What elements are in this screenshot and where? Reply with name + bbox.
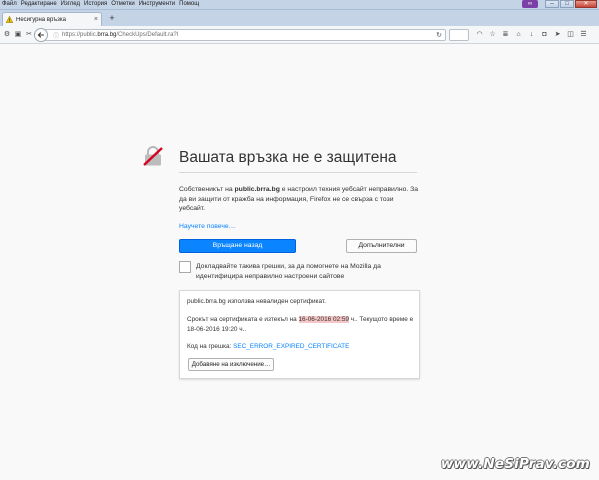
search-input[interactable] (449, 29, 469, 41)
menu-edit[interactable]: Редактиране (21, 1, 57, 7)
broken-lock-icon (142, 146, 164, 166)
menu-bookmarks[interactable]: Отметки (111, 1, 134, 7)
pocket-icon[interactable]: ◘ (539, 29, 550, 41)
navigation-bar: ⚙ ▣ ✂ ⓘ https://public.brra.bg/CheckUps/… (0, 26, 599, 44)
title-bar: Файл Редактиране Изглед История Отметки … (0, 0, 599, 10)
new-tab-button[interactable]: + (106, 14, 118, 24)
window-controls: ∞ – □ ✕ (522, 0, 597, 9)
report-errors-checkbox[interactable] (179, 261, 191, 273)
error-description: Собственикът на public.brra.bg е настрои… (179, 186, 419, 212)
go-back-button[interactable]: Връщане назад (179, 239, 296, 253)
menu-history[interactable]: История (84, 1, 107, 7)
bookmarks-list-icon[interactable]: ≣ (500, 29, 511, 41)
cut-icon[interactable]: ✂ (24, 29, 34, 41)
warning-icon (6, 16, 13, 23)
tab-label: Несигурна връзка (16, 16, 66, 23)
tab-insecure-connection[interactable]: Несигурна връзка × (2, 12, 102, 26)
url-host: brra.bg (97, 32, 117, 38)
error-code: Код на грешка: SEC_ERROR_EXPIRED_CERTIFI… (187, 343, 350, 350)
invalid-cert-text: public.brra.bg използва невалиден сертиф… (187, 298, 326, 305)
hamburger-menu-icon[interactable]: ☰ (578, 29, 589, 41)
site-host: public.brra.bg (234, 186, 280, 193)
toolbar-left: ⚙ ▣ ✂ (2, 29, 34, 41)
learn-more-link[interactable]: Научете повече… (179, 223, 235, 230)
toolbar-right: ◠ ☆ ≣ ⌂ ↓ ◘ ➤ ◫ ☰ (474, 29, 589, 41)
title-divider (179, 172, 417, 173)
menu-file[interactable]: Файл (2, 1, 17, 7)
download-icon[interactable]: ↓ (526, 29, 537, 41)
send-icon[interactable]: ➤ (552, 29, 563, 41)
menu-view[interactable]: Изглед (61, 1, 80, 7)
menu-help[interactable]: Помощ (179, 1, 199, 7)
home-icon[interactable]: ⌂ (513, 29, 524, 41)
expiry-text: Срокът на сертификата е изтекъл на 16-06… (187, 316, 414, 333)
tab-close-icon[interactable]: × (94, 16, 98, 23)
minimize-button[interactable]: – (545, 0, 559, 8)
back-arrow-icon (37, 32, 44, 38)
advanced-details-panel: public.brra.bg използва невалиден сертиф… (179, 290, 420, 379)
print-icon[interactable]: ▣ (13, 29, 23, 41)
tab-strip: Несигурна връзка × + (0, 10, 599, 26)
watermark: www.NeSiPrav.com (440, 456, 590, 472)
maximize-button[interactable]: □ (560, 0, 574, 8)
expiry-date: 16-06-2016 02:59 (298, 316, 349, 323)
page-title: Вашата връзка не е защитена (179, 149, 397, 166)
close-window-button[interactable]: ✕ (575, 0, 597, 8)
rss-icon[interactable]: ◠ (474, 29, 485, 41)
report-errors-label: Докладвайте такива грешки, за да помогне… (196, 263, 381, 280)
url-bar[interactable]: ⓘ https://public.brra.bg/CheckUps/Defaul… (44, 29, 446, 41)
advanced-button[interactable]: Допълнителни (346, 239, 417, 253)
add-exception-button[interactable]: Добавяне на изключение… (188, 358, 274, 371)
site-info-icon[interactable]: ⓘ (53, 31, 59, 40)
menu-tools[interactable]: Инструменти (139, 1, 175, 7)
back-button[interactable] (34, 28, 48, 42)
extension-icon[interactable]: ∞ (522, 0, 538, 8)
bookmark-star-icon[interactable]: ☆ (487, 29, 498, 41)
reload-icon[interactable]: ↻ (436, 31, 442, 39)
error-code-link[interactable]: SEC_ERROR_EXPIRED_CERTIFICATE (233, 343, 349, 350)
url-text: https://public.brra.bg/CheckUps/Default.… (62, 32, 179, 38)
menu-bar: Файл Редактиране Изглед История Отметки … (2, 1, 199, 7)
gear-icon[interactable]: ⚙ (2, 29, 12, 41)
screenshot-icon[interactable]: ◫ (565, 29, 576, 41)
